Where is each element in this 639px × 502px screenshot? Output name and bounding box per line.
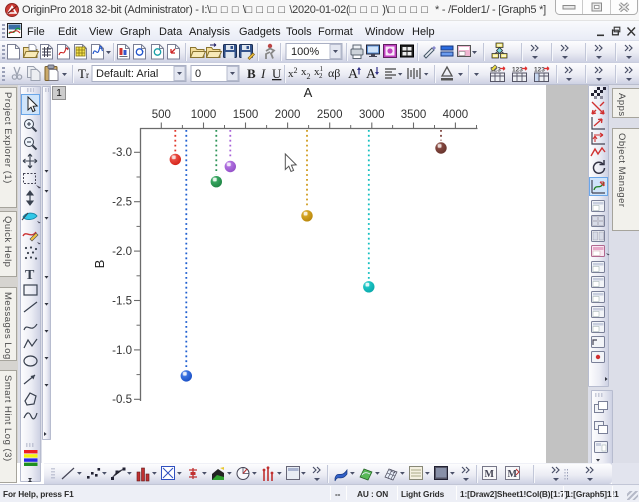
svg-text:1000: 1000 (191, 109, 217, 121)
svg-text:-0.5: -0.5 (112, 394, 132, 406)
svg-text:A: A (348, 67, 359, 82)
svg-text:-1.0: -1.0 (112, 345, 132, 357)
svg-text:3500: 3500 (401, 109, 427, 121)
svg-text:x2: x2 (301, 66, 311, 81)
svg-text:-2.5: -2.5 (112, 197, 132, 209)
svg-text:αβ: αβ (328, 66, 340, 80)
svg-text:-3.0: -3.0 (112, 147, 132, 159)
svg-text:2000: 2000 (275, 109, 301, 121)
svg-text:A: A (366, 67, 377, 82)
svg-text:500: 500 (152, 109, 171, 121)
svg-text:Default: Arial: Default: Arial (96, 68, 158, 80)
svg-text:U: U (272, 66, 282, 81)
svg-text:0: 0 (195, 68, 201, 80)
svg-text:B: B (92, 260, 107, 269)
svg-text:3000: 3000 (359, 109, 385, 121)
svg-text:-1.5: -1.5 (112, 296, 132, 308)
svg-text:2500: 2500 (317, 109, 343, 121)
svg-text:M: M (485, 469, 495, 480)
svg-text:x12: x12 (314, 65, 324, 80)
svg-text:A: A (304, 85, 313, 100)
svg-text:Tr: Tr (78, 66, 89, 81)
svg-text:1500: 1500 (233, 109, 259, 121)
svg-text:B: B (247, 66, 256, 81)
svg-text:4000: 4000 (443, 109, 469, 121)
svg-text:-2.0: -2.0 (112, 246, 132, 258)
svg-text:T: T (25, 268, 35, 283)
svg-text:100%: 100% (291, 46, 319, 58)
svg-text:I: I (260, 66, 266, 81)
svg-text:x2: x2 (288, 66, 298, 80)
